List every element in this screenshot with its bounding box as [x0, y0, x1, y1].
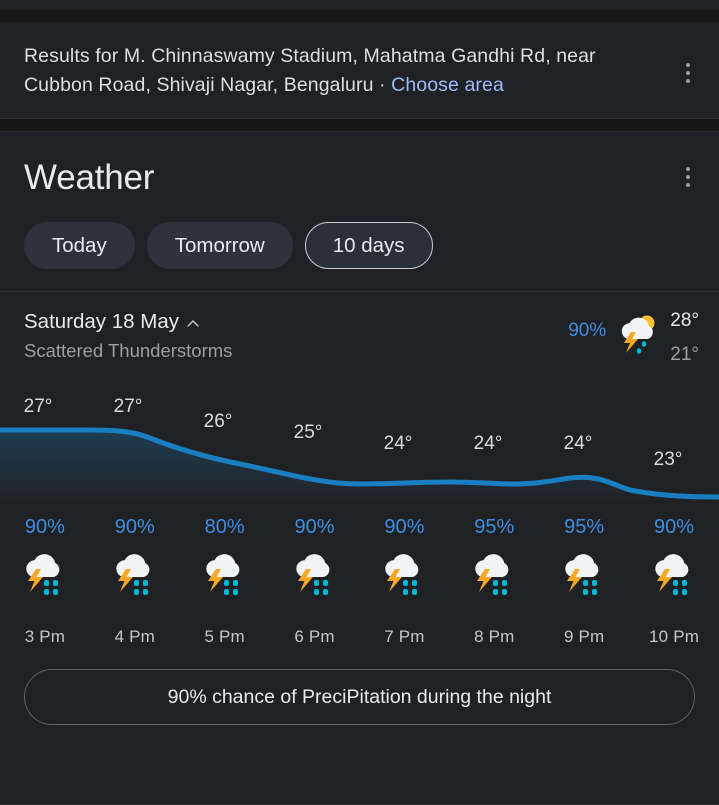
hour-time-label: 7 Pm	[384, 627, 425, 646]
hour-column-10pm[interactable]: 90% 10 Pm	[629, 516, 719, 647]
hour-precipitation: 80%	[204, 516, 245, 538]
hour-time-label: 8 Pm	[474, 627, 515, 646]
top-spacer	[0, 0, 719, 10]
hour-time-label: 4 Pm	[114, 627, 156, 646]
hour-precipitation: 95%	[474, 516, 515, 538]
dot	[686, 175, 690, 179]
results-separator: ·	[373, 74, 392, 96]
dot	[686, 63, 690, 67]
thunderstorm-rain-icon	[197, 545, 253, 601]
hour-time-label: 5 Pm	[204, 627, 245, 646]
day-precipitation: 90%	[568, 320, 607, 341]
chart-point-label: 23°	[653, 449, 683, 470]
hour-precipitation: 90%	[24, 516, 65, 538]
thunderstorm-rain-icon	[646, 545, 702, 601]
forecast-range-tabs: Today Tomorrow 10 days	[0, 198, 719, 269]
dot	[686, 167, 690, 171]
dot	[686, 71, 690, 75]
thunderstorm-rain-icon	[287, 545, 343, 601]
hour-time-label: 6 Pm	[294, 627, 335, 646]
hourly-forecast-row: 90% 3 Pm 90% 4 Pm 80% 5 Pm 90% 6 Pm 90% …	[0, 500, 719, 647]
temperature-chart-svg	[0, 427, 719, 500]
thunderstorm-rain-icon	[556, 545, 612, 601]
thunderstorm-rain-icon	[107, 545, 163, 601]
weather-more-vert-icon[interactable]	[675, 160, 701, 194]
temperature-chart: 27° 27° 26° 25° 24° 24° 24° 23°	[0, 380, 719, 500]
hour-time-label: 3 Pm	[24, 627, 66, 646]
day-high-temp: 28°	[670, 310, 699, 331]
tab-10-days[interactable]: 10 days	[304, 222, 433, 269]
dot	[686, 79, 690, 83]
chart-point-label: 24°	[473, 433, 503, 454]
choose-area-link[interactable]: Choose area	[391, 74, 504, 96]
thunderstorm-rain-icon	[17, 545, 73, 601]
day-low-temp: 21°	[670, 344, 699, 365]
day-name-label: Saturday 18 May	[24, 310, 179, 333]
chart-point-label: 27°	[113, 396, 143, 417]
weather-page: Results for M. Chinnaswamy Stadium, Maha…	[0, 0, 719, 805]
chart-point-label: 26°	[203, 411, 233, 432]
night-precipitation-banner-wrap: 90% chance of PreciPitation during the n…	[0, 647, 719, 725]
section-divider-band	[0, 118, 719, 132]
top-divider-band	[0, 10, 719, 22]
hour-column-9pm[interactable]: 95% 9 Pm	[539, 516, 629, 647]
hour-column-6pm[interactable]: 90% 6 Pm	[270, 516, 360, 647]
day-summary-right: 90% 28° 21°	[568, 310, 699, 366]
chart-point-label: 24°	[383, 433, 413, 454]
hour-column-5pm[interactable]: 80% 5 Pm	[180, 516, 270, 647]
hour-column-3pm[interactable]: 90% 3 Pm	[0, 516, 90, 647]
hour-precipitation: 90%	[384, 516, 425, 538]
thunderstorm-rain-icon	[376, 545, 432, 601]
hour-column-8pm[interactable]: 95% 8 Pm	[449, 516, 539, 647]
thunderstorm-sun-rain-icon	[614, 310, 662, 358]
results-more-vert-icon[interactable]	[675, 56, 701, 90]
hour-column-7pm[interactable]: 90% 7 Pm	[360, 516, 450, 647]
hour-precipitation: 95%	[564, 516, 605, 538]
tab-tomorrow[interactable]: Tomorrow	[146, 222, 293, 269]
page-title: Weather	[24, 158, 155, 197]
day-temperature-range: 28° 21°	[670, 310, 699, 366]
hour-column-4pm[interactable]: 90% 4 Pm	[90, 516, 180, 647]
results-header: Results for M. Chinnaswamy Stadium, Maha…	[0, 22, 719, 118]
tab-today[interactable]: Today	[24, 222, 135, 269]
hour-precipitation: 90%	[654, 516, 695, 538]
hour-time-label: 10 Pm	[648, 627, 700, 646]
chart-point-label: 27°	[23, 396, 53, 417]
results-text: Results for M. Chinnaswamy Stadium, Maha…	[24, 42, 659, 100]
hour-time-label: 9 Pm	[563, 627, 605, 646]
hour-precipitation: 90%	[114, 516, 155, 538]
weather-card: Weather Today Tomorrow 10 days Saturday …	[0, 132, 719, 725]
dot	[686, 183, 690, 187]
hour-precipitation: 90%	[294, 516, 335, 538]
night-precipitation-banner[interactable]: 90% chance of PreciPitation during the n…	[24, 669, 695, 725]
chevron-up-icon	[187, 318, 199, 330]
chart-point-label: 24°	[563, 433, 593, 454]
chart-point-label: 25°	[293, 422, 323, 443]
chart-area-fill	[0, 430, 719, 500]
thunderstorm-rain-icon	[466, 545, 522, 601]
results-prefix: Results for	[24, 45, 124, 67]
day-summary-row[interactable]: Saturday 18 May Scattered Thunderstorms …	[0, 292, 719, 378]
